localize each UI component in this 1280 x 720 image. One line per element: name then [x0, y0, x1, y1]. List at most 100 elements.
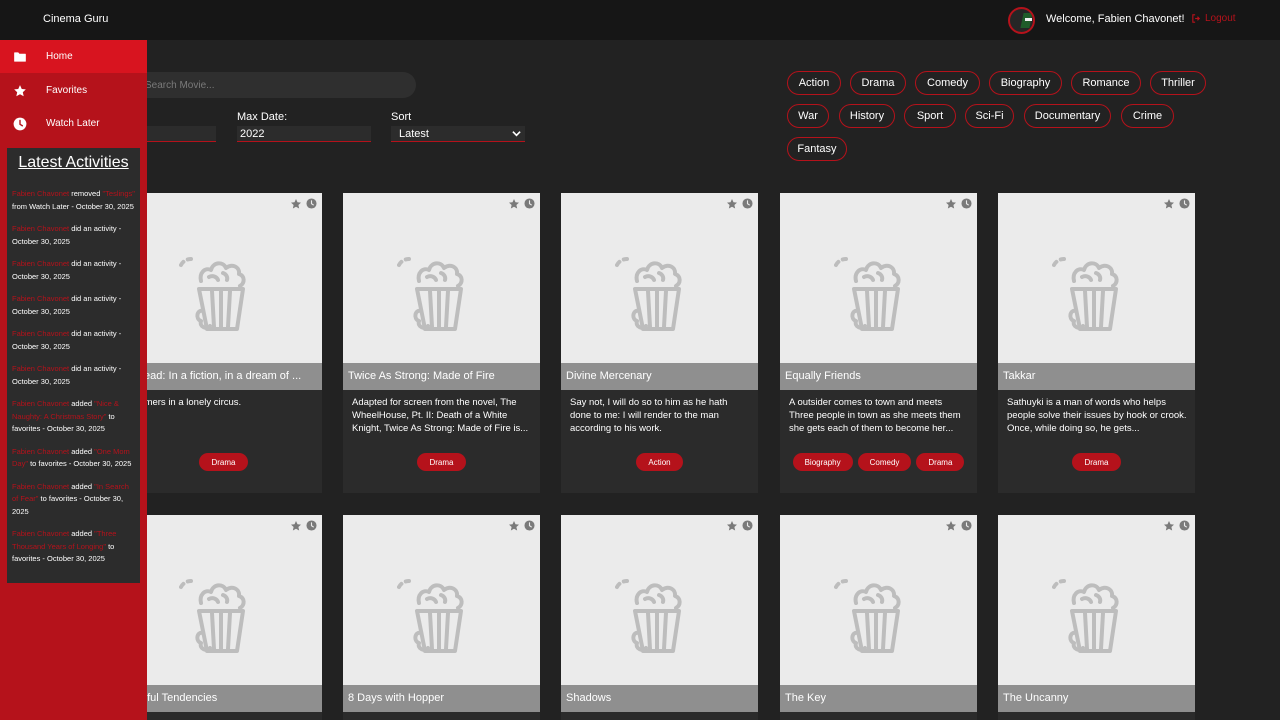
watch-later-clock-icon[interactable] — [306, 198, 317, 209]
activity-detail: from Watch Later - October 30, 2025 — [12, 201, 134, 211]
sort-select[interactable]: Latest — [391, 126, 525, 142]
genre-tag-documentary[interactable]: Documentary — [1024, 104, 1111, 128]
activity-user[interactable]: Fabien Chavonet — [12, 329, 69, 338]
favorite-star-icon[interactable] — [508, 198, 520, 210]
activity-user[interactable]: Fabien Chavonet — [12, 259, 69, 268]
movie-description: eamers in a lonely circus. — [134, 397, 242, 408]
movie-poster — [561, 515, 758, 712]
popcorn-icon — [615, 251, 695, 331]
genre-tag-action[interactable]: Action — [787, 71, 841, 95]
activity-user[interactable]: Fabien Chavonet — [12, 224, 69, 233]
movie-title: Takkar — [998, 363, 1195, 390]
logout-button[interactable]: Logout — [1191, 13, 1236, 24]
activity-user[interactable]: Fabien Chavonet — [12, 529, 69, 538]
movie-description: Adapted for screen from the novel, The W… — [352, 397, 529, 434]
favorite-star-icon[interactable] — [290, 520, 302, 532]
genre-tag-sci-fi[interactable]: Sci-Fi — [965, 104, 1014, 128]
activity-item: Fabien Chavonet did an activity - Octobe… — [12, 223, 135, 248]
movie-card[interactable]: 8 Days with Hopper — [343, 515, 540, 720]
watch-later-clock-icon[interactable] — [742, 520, 753, 531]
watch-later-clock-icon[interactable] — [524, 198, 535, 209]
favorite-star-icon[interactable] — [290, 198, 302, 210]
movie-poster — [561, 193, 758, 390]
activity-item: Fabien Chavonet added "Three Thousand Ye… — [12, 528, 135, 566]
genre-tag-thriller[interactable]: Thriller — [1150, 71, 1206, 95]
genre-tag-biography[interactable]: Biography — [989, 71, 1062, 95]
movie-title: Equally Friends — [780, 363, 977, 390]
movie-genre-tag[interactable]: Drama — [1072, 453, 1121, 471]
favorite-star-icon[interactable] — [1163, 198, 1175, 210]
activity-action: added — [69, 481, 95, 491]
watch-later-clock-icon[interactable] — [742, 198, 753, 209]
sidebar-item-watch-later[interactable]: Watch Later — [0, 107, 147, 140]
genre-tag-comedy[interactable]: Comedy — [915, 71, 980, 95]
movie-genre-tag[interactable]: Action — [636, 453, 683, 471]
movie-card[interactable]: The Uncanny — [998, 515, 1195, 720]
movie-poster — [343, 515, 540, 712]
activity-movie[interactable]: "Teslings" — [102, 189, 134, 198]
popcorn-icon — [397, 251, 477, 331]
genre-tag-history[interactable]: History — [839, 104, 895, 128]
search-input[interactable] — [100, 72, 416, 98]
movie-title: The Uncanny — [998, 685, 1195, 712]
activity-user[interactable]: Fabien Chavonet — [12, 399, 69, 408]
activity-user[interactable]: Fabien Chavonet — [12, 189, 69, 198]
max-date-field[interactable]: 2022 — [237, 126, 371, 142]
logout-label: Logout — [1205, 13, 1236, 24]
movie-card[interactable]: Divine Mercenary Say not, I will do so t… — [561, 193, 758, 493]
activity-detail: to favorites - October 30, 2025 — [28, 459, 132, 468]
sidebar-item-favorites[interactable]: Favorites — [0, 74, 147, 107]
genre-tag-crime[interactable]: Crime — [1121, 104, 1174, 128]
watch-later-clock-icon[interactable] — [961, 198, 972, 209]
movie-card[interactable]: The Key — [780, 515, 977, 720]
genre-tag-romance[interactable]: Romance — [1071, 71, 1141, 95]
genre-tag-sport[interactable]: Sport — [904, 104, 956, 128]
watch-later-clock-icon[interactable] — [961, 520, 972, 531]
movie-card[interactable]: ceitful Tendencies — [125, 515, 322, 720]
movie-genre-tag[interactable]: Drama — [916, 453, 965, 471]
sidebar-item-home[interactable]: Home — [0, 40, 147, 73]
movie-genre-tag[interactable]: Biography — [792, 453, 853, 471]
favorite-star-icon[interactable] — [508, 520, 520, 532]
movie-title: Twice As Strong: Made of Fire — [343, 363, 540, 390]
movie-card[interactable]: Takkar Sathuyki is a man of words who he… — [998, 193, 1195, 493]
sidebar-item-label: Watch Later — [46, 118, 100, 129]
activity-action: added — [69, 529, 95, 538]
favorite-star-icon[interactable] — [726, 520, 738, 532]
popcorn-icon — [834, 573, 914, 653]
popcorn-icon — [1052, 573, 1132, 653]
movie-poster — [343, 193, 540, 390]
activity-item: Fabien Chavonet added "Nice & Naughty: A… — [12, 398, 135, 436]
activity-user[interactable]: Fabien Chavonet — [12, 364, 69, 373]
favorite-star-icon[interactable] — [945, 198, 957, 210]
movie-genre-tag[interactable]: Drama — [417, 453, 466, 471]
movie-card[interactable]: Twice As Strong: Made of Fire Adapted fo… — [343, 193, 540, 493]
genre-tag-war[interactable]: War — [787, 104, 829, 128]
watch-later-clock-icon[interactable] — [1179, 198, 1190, 209]
activity-user[interactable]: Fabien Chavonet — [12, 294, 69, 303]
activity-user[interactable]: Fabien Chavonet — [12, 482, 69, 491]
top-header: Cinema Guru Welcome, Fabien Chavonet! Lo… — [0, 0, 1280, 40]
movie-description: Sathuyki is a man of words who helps peo… — [1007, 397, 1187, 434]
movie-card[interactable]: Shadows — [561, 515, 758, 720]
movie-genre-tag[interactable]: Comedy — [857, 453, 912, 471]
watch-later-clock-icon[interactable] — [1179, 520, 1190, 531]
activity-action: added — [69, 399, 95, 408]
movie-poster — [780, 193, 977, 390]
favorite-star-icon[interactable] — [945, 520, 957, 532]
genre-tag-drama[interactable]: Drama — [850, 71, 906, 95]
movie-genre-tag[interactable]: Drama — [199, 453, 248, 471]
watch-later-clock-icon[interactable] — [524, 520, 535, 531]
favorite-star-icon[interactable] — [726, 198, 738, 210]
genre-tag-fantasy[interactable]: Fantasy — [787, 137, 847, 161]
activity-item: Fabien Chavonet did an activity - Octobe… — [12, 328, 135, 353]
movie-card[interactable]: dHead: In a fiction, in a dream of ... e… — [125, 193, 322, 493]
app-title: Cinema Guru — [43, 13, 109, 25]
favorite-star-icon[interactable] — [1163, 520, 1175, 532]
movie-card[interactable]: Equally Friends A outsider comes to town… — [780, 193, 977, 493]
movie-description: Say not, I will do so to him as he hath … — [570, 397, 728, 434]
activity-user[interactable]: Fabien Chavonet — [12, 447, 69, 456]
popcorn-icon — [615, 573, 695, 653]
sidebar-item-label: Home — [46, 51, 73, 62]
watch-later-clock-icon[interactable] — [306, 520, 317, 531]
